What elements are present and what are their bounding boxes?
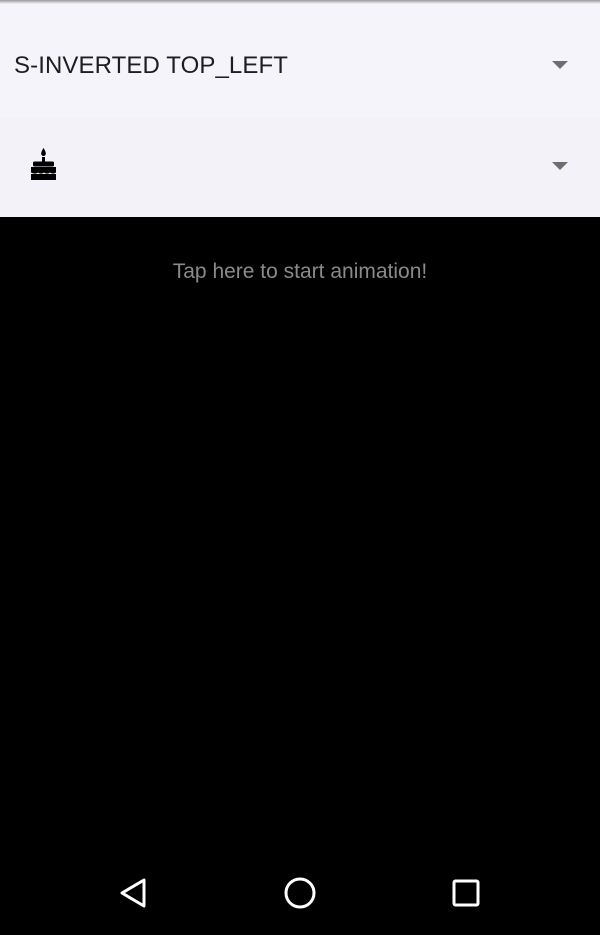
triangle-down-icon — [552, 61, 568, 69]
controls-panel: S-INVERTED TOP_LEFT — [0, 0, 600, 217]
triangle-down-icon — [552, 162, 568, 170]
home-circle-icon — [284, 877, 316, 908]
system-nav-bar — [0, 850, 600, 935]
app-screen: S-INVERTED TOP_LEFT Tap here to start an… — [0, 0, 600, 935]
status-shadow — [0, 0, 600, 4]
back-triangle-icon — [120, 878, 146, 907]
nav-recent-button[interactable] — [426, 850, 506, 935]
icon-dropdown[interactable] — [0, 118, 600, 215]
nav-home-button[interactable] — [260, 850, 340, 935]
cake-icon — [31, 148, 56, 180]
tap-to-start-prompt[interactable]: Tap here to start animation! — [0, 260, 600, 284]
style-dropdown[interactable]: S-INVERTED TOP_LEFT — [0, 20, 600, 112]
style-dropdown-value: S-INVERTED TOP_LEFT — [14, 52, 288, 79]
nav-back-button[interactable] — [93, 850, 173, 935]
recent-square-icon — [452, 879, 480, 906]
